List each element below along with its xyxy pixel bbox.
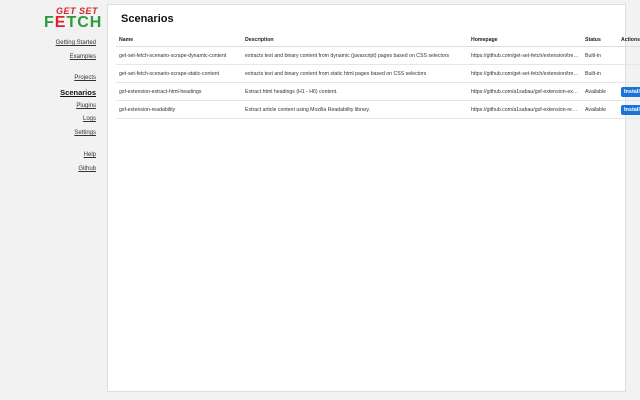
nav-settings[interactable]: Settings [74,130,96,136]
cell-description: Extract article content using Mozilla Re… [242,100,468,119]
page-title: Scenarios [121,13,174,25]
cell-name: gsf-extension-extract-html-headings [116,82,242,101]
nav-examples[interactable]: Examples [70,54,96,60]
cell-description: Extract html headings (H1 - H6) content. [242,82,468,101]
cell-status: Built-in [582,64,618,83]
install-button[interactable]: Install [621,104,640,115]
scenarios-table: Name Description Homepage Status Actions… [116,33,640,119]
cell-status: Built-in [582,46,618,65]
logo-letters-tch: TCH [66,14,103,31]
sidebar: GET SET FETCH Getting Started Examples P… [0,0,104,400]
cell-name: get-set-fetch-scenario-scrape-static-con… [116,64,242,83]
nav-help[interactable]: Help [84,152,96,158]
cell-homepage[interactable]: https://github.com/a1sabau/gsf-extension… [468,100,582,119]
cell-actions: Install [618,82,640,101]
cell-homepage[interactable]: https://github.com/get-set-fetch/extensi… [468,46,582,65]
cell-name: gsf-extension-readability [116,100,242,119]
cell-actions [618,64,640,83]
cell-status: Available [582,100,618,119]
nav-scenarios[interactable]: Scenarios [60,88,96,97]
table-row[interactable]: get-set-fetch-scenario-scrape-static-con… [116,64,640,83]
logo-letter-e: E [54,14,67,31]
nav-getting-started[interactable]: Getting Started [56,40,96,46]
table-row[interactable]: gsf-extension-readability Extract articl… [116,100,640,119]
cell-homepage[interactable]: https://github.com/a1sabau/gsf-extension… [468,82,582,101]
logo[interactable]: GET SET FETCH [44,6,102,32]
header-status: Status [582,33,618,47]
header-name: Name [116,33,242,47]
nav-projects[interactable]: Projects [74,75,96,81]
cell-homepage[interactable]: https://github.com/get-set-fetch/extensi… [468,64,582,83]
header-description: Description [242,33,468,47]
nav-logs[interactable]: Logs [83,116,96,122]
cell-actions: Install [618,100,640,119]
logo-line2: FETCH [44,14,102,32]
logo-letter-f: F [44,14,55,31]
cell-description: extracts text and binary content from dy… [242,46,468,65]
cell-status: Available [582,82,618,101]
header-homepage: Homepage [468,33,582,47]
table-header-row: Name Description Homepage Status Actions [116,33,640,47]
cell-actions [618,46,640,65]
nav-github[interactable]: Github [78,166,96,172]
cell-name: get-set-fetch-scenario-scrape-dynamic-co… [116,46,242,65]
scenarios-panel: Scenarios Name Description Homepage Stat… [107,4,640,392]
nav-plugins[interactable]: Plugins [76,103,96,109]
install-button[interactable]: Install [621,86,640,97]
table-row[interactable]: gsf-extension-extract-html-headings Extr… [116,82,640,101]
header-actions: Actions [618,33,640,47]
table-row[interactable]: get-set-fetch-scenario-scrape-dynamic-co… [116,46,640,65]
cell-description: extracts text and binary content from st… [242,64,468,83]
